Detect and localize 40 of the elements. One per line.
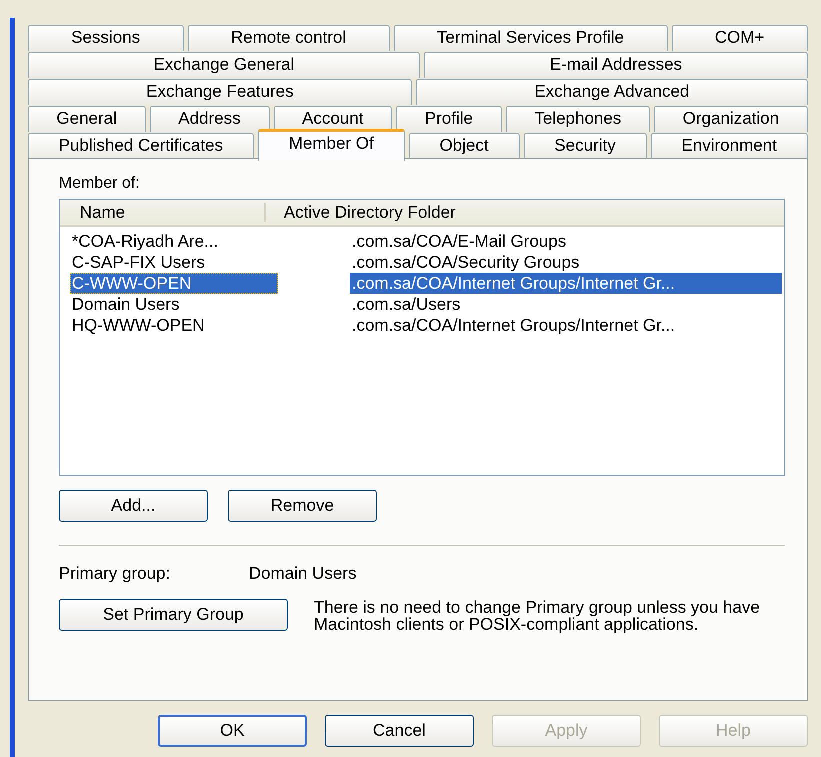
tab[interactable]: Organization: [654, 106, 808, 132]
tab[interactable]: Security: [524, 133, 647, 159]
primary-group-label: Primary group:: [59, 564, 172, 584]
list-item[interactable]: HQ-WWW-OPEN: [70, 315, 278, 336]
list-item[interactable]: Domain Users: [70, 294, 278, 315]
column-header[interactable]: Active Directory Folder: [266, 200, 456, 225]
tab[interactable]: Member Of: [258, 129, 405, 161]
list-item[interactable]: *COA-Riyadh Are...: [70, 231, 278, 252]
table-cell-text: .com.sa/COA/Security Groups: [351, 252, 581, 273]
tab[interactable]: Terminal Services Profile: [394, 25, 668, 51]
tab[interactable]: E-mail Addresses: [424, 52, 808, 78]
primary-group-note: There is no need to change Primary group unless you have Macintosh clients or POSIX-compliant applications.: [314, 599, 762, 633]
remove-button[interactable]: Remove: [228, 490, 377, 522]
tab[interactable]: Sessions: [28, 25, 184, 51]
column-header[interactable]: Name: [60, 203, 266, 222]
tab[interactable]: COM+: [672, 25, 808, 51]
tab[interactable]: Environment: [650, 133, 808, 159]
list-item[interactable]: C-WWW-OPEN: [70, 273, 278, 294]
tab[interactable]: Exchange Features: [28, 79, 412, 105]
cancel-button[interactable]: Cancel: [325, 715, 474, 747]
tab[interactable]: General: [28, 106, 146, 132]
tab[interactable]: Exchange General: [28, 52, 420, 78]
table-cell-text: .com.sa/COA/E-Mail Groups: [351, 231, 568, 252]
member-of-label: Member of:: [59, 175, 141, 193]
primary-group-value: Domain Users: [249, 564, 357, 584]
member-list[interactable]: [59, 199, 785, 476]
tab[interactable]: Object: [408, 133, 520, 159]
tab[interactable]: Exchange Advanced: [416, 79, 808, 105]
set-primary-group-button[interactable]: Set Primary Group: [59, 599, 288, 631]
tab[interactable]: Remote control: [188, 25, 390, 51]
tab[interactable]: Profile: [396, 106, 502, 132]
tab[interactable]: Telephones: [506, 106, 650, 132]
table-cell-text: .com.sa/Users: [351, 294, 462, 315]
table-cell: .com.sa/COA/Internet Groups/Internet Gr...: [350, 273, 782, 294]
tab[interactable]: Address: [150, 106, 270, 132]
ok-button[interactable]: OK: [158, 715, 307, 747]
table-cell-text: .com.sa/COA/Internet Groups/Internet Gr...: [351, 315, 676, 336]
tab[interactable]: Published Certificates: [28, 133, 254, 159]
list-item[interactable]: C-SAP-FIX Users: [70, 252, 278, 273]
add-button[interactable]: Add...: [59, 490, 208, 522]
